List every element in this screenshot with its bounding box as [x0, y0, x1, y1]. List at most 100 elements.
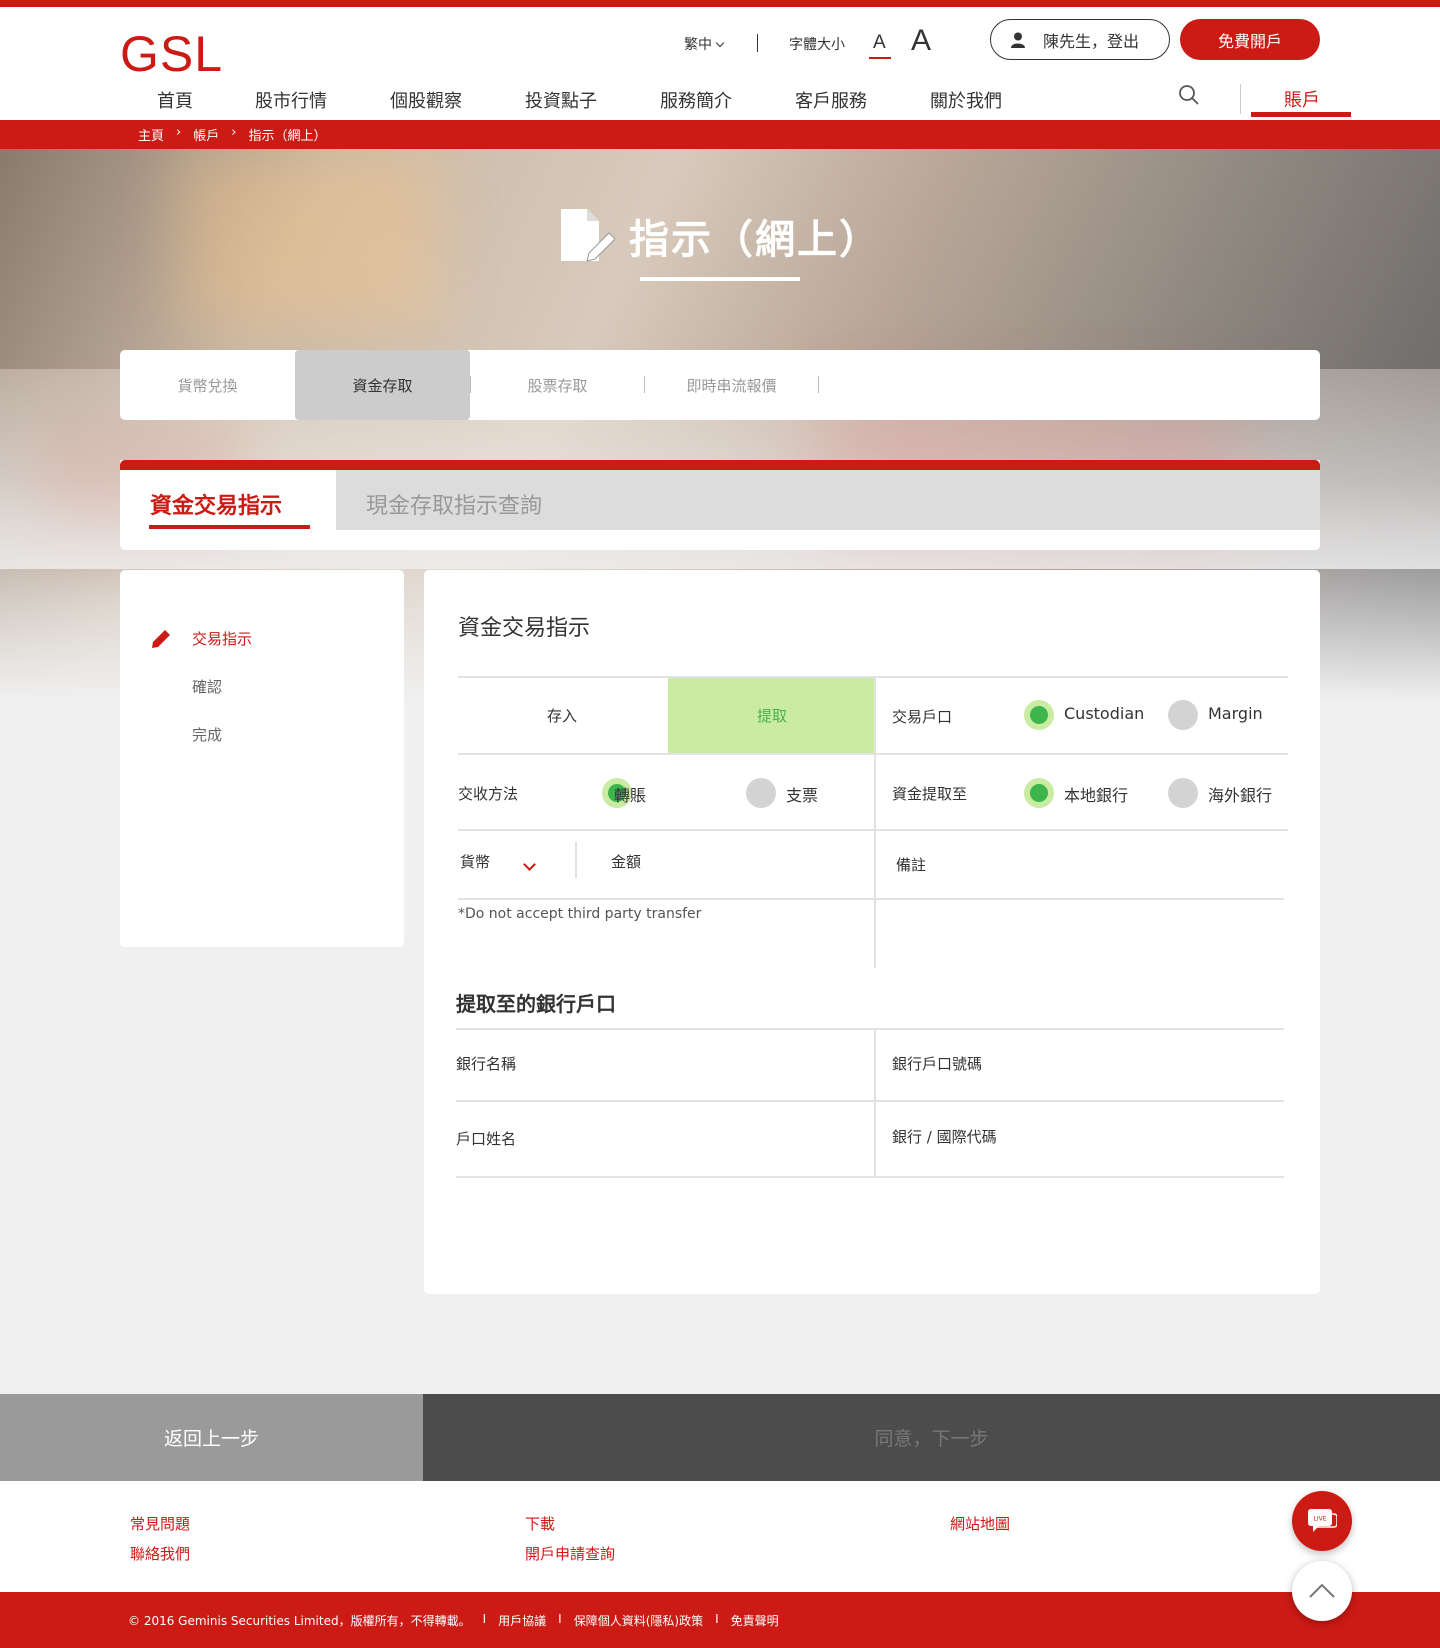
- next-button[interactable]: 同意，下一步: [423, 1394, 1440, 1481]
- bank-account-number-input[interactable]: 銀行戶口號碼: [892, 1053, 982, 1074]
- nav-item-customer-service[interactable]: 客戶服務: [795, 87, 867, 113]
- withdraw-to-label: 資金提取至: [892, 785, 968, 803]
- page-title: 指示（網上）: [629, 217, 881, 263]
- font-small-button[interactable]: A: [873, 32, 886, 54]
- search-icon[interactable]: [1178, 84, 1200, 106]
- form-panel: 資金交易指示 存入 提取 交易戶口 Custodian Margin 交收方法 …: [424, 570, 1320, 1294]
- tab-divider: [818, 376, 819, 393]
- step-sidebar: 交易指示 確認 完成: [120, 570, 404, 947]
- breadcrumb-home[interactable]: 主頁: [138, 125, 164, 144]
- nav-item-account[interactable]: 賬戶: [1284, 86, 1320, 112]
- bank-code-input[interactable]: 銀行 / 國際代碼: [892, 1126, 997, 1147]
- bank-section-title: 提取至的銀行戶口: [456, 992, 616, 1016]
- nav-item-about[interactable]: 關於我們: [930, 87, 1002, 113]
- radio-custodian[interactable]: [1024, 700, 1054, 730]
- radio-overseas-bank[interactable]: [1168, 778, 1198, 808]
- tab-streaming-quotes[interactable]: 即時串流報價: [644, 350, 819, 420]
- footer-link-sitemap[interactable]: 網站地圖: [950, 1513, 1010, 1534]
- row-divider: [456, 1028, 1284, 1030]
- language-select[interactable]: 繁中: [684, 34, 725, 54]
- live-chat-button[interactable]: LIVE: [1292, 1491, 1352, 1551]
- settlement-label: 交收方法: [458, 785, 519, 803]
- nav-divider: [1240, 84, 1241, 114]
- footer-link-application-status[interactable]: 開戶申請查詢: [525, 1543, 615, 1564]
- user-logout-label: 陳先生，登出: [1043, 31, 1140, 51]
- footer-link-download[interactable]: 下載: [525, 1513, 555, 1534]
- chevron-down-icon[interactable]: [523, 858, 536, 871]
- open-account-button[interactable]: 免費開戶: [1180, 19, 1320, 60]
- tab-stock-transfer[interactable]: 股票存取: [470, 350, 645, 420]
- sub-tabs: 貨幣兌換 資金存取 股票存取 即時串流報價: [120, 350, 1320, 420]
- live-chat-label: LIVE: [1313, 1516, 1326, 1523]
- trade-account-label: 交易戶口: [892, 708, 953, 726]
- account-name-input[interactable]: 戶口姓名: [456, 1128, 516, 1149]
- privacy-link[interactable]: 保障個人資料(隱私)政策: [574, 1612, 703, 1629]
- deposit-toggle[interactable]: 存入: [458, 678, 666, 753]
- overseas-bank-label: 海外銀行: [1208, 786, 1273, 805]
- hero-title-wrap: 指示（網上）: [0, 207, 1440, 265]
- nav-item-stock-watch[interactable]: 個股觀察: [390, 87, 462, 113]
- font-size-label: 字體大小: [789, 37, 845, 53]
- bank-name-input[interactable]: 銀行名稱: [456, 1053, 516, 1074]
- column-divider: [874, 678, 876, 968]
- tab-instruction-query[interactable]: 現金存取指示查詢: [336, 470, 1320, 530]
- nav-item-market[interactable]: 股市行情: [255, 87, 327, 113]
- nav-item-ideas[interactable]: 投資點子: [525, 87, 597, 113]
- copyright-separator: I: [715, 1612, 719, 1626]
- radio-margin[interactable]: [1168, 700, 1198, 730]
- copyright: © 2016 Geminis Securities Limited，版權所有，不…: [128, 1612, 779, 1629]
- site-logo[interactable]: GSL: [120, 25, 223, 83]
- custodian-label: Custodian: [1064, 704, 1145, 723]
- back-button[interactable]: 返回上一步: [0, 1394, 423, 1481]
- breadcrumb-account[interactable]: 帳戶: [193, 125, 219, 144]
- amount-input[interactable]: 金額: [611, 851, 641, 872]
- footer-link-contact[interactable]: 聯絡我們: [130, 1543, 190, 1564]
- top-accent-bar: [0, 0, 1440, 7]
- row-divider: [456, 1100, 1284, 1102]
- column-divider: [874, 1030, 876, 1178]
- breadcrumb-current: 指示（網上）: [248, 129, 327, 144]
- live-chat-icon: LIVE: [1308, 1509, 1337, 1532]
- transfer-option-label: 轉賬: [614, 786, 647, 805]
- footer-link-faq[interactable]: 常見問題: [130, 1513, 190, 1534]
- terms-link[interactable]: 用戶協議: [498, 1612, 546, 1629]
- font-small-selected-indicator: [869, 57, 891, 59]
- breadcrumb-separator: ›: [231, 125, 237, 140]
- font-large-button[interactable]: A: [911, 24, 931, 58]
- radio-local-bank[interactable]: [1024, 778, 1054, 808]
- copyright-separator: I: [482, 1612, 487, 1626]
- tab-fund-transfer[interactable]: 資金存取: [295, 350, 470, 420]
- user-logout-button[interactable]: 陳先生，登出: [990, 19, 1170, 60]
- breadcrumb: 主頁 › 帳戶 › 指示（網上）: [138, 125, 326, 144]
- tab-instruction-query-label: 現金存取指示查詢: [366, 494, 543, 519]
- third-party-note: *Do not accept third party transfer: [458, 906, 702, 922]
- nav-item-home[interactable]: 首頁: [157, 87, 193, 113]
- tab-currency-exchange[interactable]: 貨幣兌換: [120, 350, 295, 420]
- main-tabs: 資金交易指示 現金存取指示查詢: [120, 460, 1320, 550]
- footer-links: 常見問題 聯絡我們 下載 開戶申請查詢 網站地圖: [0, 1481, 1440, 1592]
- action-bar: 返回上一步 同意，下一步: [0, 1394, 1440, 1481]
- chevron-up-icon: [1309, 1583, 1335, 1598]
- scroll-to-top-button[interactable]: [1292, 1561, 1352, 1621]
- tab-fund-instruction[interactable]: 資金交易指示: [150, 488, 282, 520]
- radio-cheque[interactable]: [746, 778, 776, 808]
- row-divider: [456, 1176, 1284, 1178]
- pencil-icon: [152, 630, 170, 648]
- chevron-down-icon: [715, 38, 725, 48]
- currency-select[interactable]: 貨幣: [460, 851, 490, 872]
- nav-active-indicator: [1251, 112, 1351, 117]
- disclaimer-link[interactable]: 免責聲明: [731, 1612, 779, 1629]
- row-divider: [458, 898, 1284, 900]
- header-divider: [757, 34, 758, 52]
- nav-item-services[interactable]: 服務簡介: [660, 87, 732, 113]
- breadcrumb-separator: ›: [176, 125, 182, 140]
- document-edit-icon: [561, 209, 615, 262]
- withdraw-toggle[interactable]: 提取: [668, 678, 876, 753]
- remarks-input[interactable]: 備註: [896, 854, 926, 875]
- step-item-confirm: 確認: [192, 678, 223, 696]
- language-label: 繁中: [684, 37, 712, 53]
- row-divider: [458, 829, 1288, 831]
- breadcrumb-bar: 主頁 › 帳戶 › 指示（網上）: [0, 120, 1440, 149]
- row-divider: [458, 753, 1288, 755]
- cheque-label: 支票: [786, 786, 819, 805]
